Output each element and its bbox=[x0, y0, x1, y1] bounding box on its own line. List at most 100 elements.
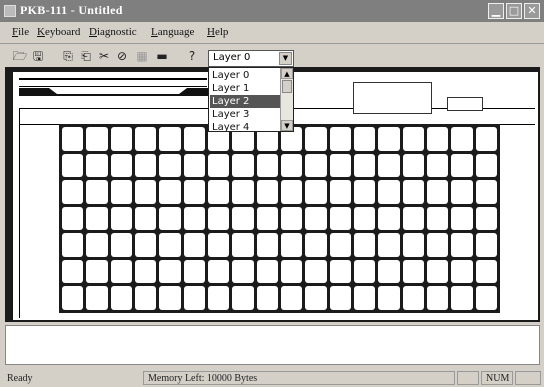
keyboard-key[interactable] bbox=[110, 206, 132, 231]
keyboard-key[interactable] bbox=[427, 259, 449, 284]
keyboard-key[interactable] bbox=[475, 286, 497, 310]
keyboard-key[interactable] bbox=[159, 153, 181, 178]
keyboard-key[interactable] bbox=[329, 233, 351, 257]
keyboard-key[interactable] bbox=[305, 206, 327, 231]
chevron-down-icon[interactable]: ▼ bbox=[279, 52, 292, 65]
keyboard-key[interactable] bbox=[159, 259, 181, 284]
layer-select[interactable]: Layer 0 ▼ bbox=[208, 50, 294, 67]
keyboard-key[interactable] bbox=[451, 259, 473, 284]
menu-language[interactable]: Language bbox=[151, 26, 194, 38]
keyboard-key[interactable] bbox=[135, 153, 157, 178]
keyboard-key[interactable] bbox=[208, 180, 230, 204]
menu-keyboard[interactable]: Keyboard bbox=[37, 26, 80, 38]
keyboard-key[interactable] bbox=[329, 259, 351, 284]
keyboard-key[interactable] bbox=[159, 127, 181, 151]
keyboard-key[interactable] bbox=[329, 206, 351, 231]
keyboard-key[interactable] bbox=[232, 206, 254, 231]
delete-icon[interactable]: ▦ bbox=[134, 48, 150, 64]
scroll-down-icon[interactable]: ▼ bbox=[281, 120, 293, 131]
cut-icon[interactable]: ✂ bbox=[96, 48, 112, 64]
keyboard-key[interactable] bbox=[378, 259, 400, 284]
layer-option[interactable]: Layer 0 bbox=[210, 69, 282, 82]
keyboard-key[interactable] bbox=[281, 180, 303, 204]
keyboard-key[interactable] bbox=[281, 259, 303, 284]
open-icon[interactable]: 🗁 bbox=[12, 48, 28, 64]
keyboard-key[interactable] bbox=[183, 233, 205, 257]
keyboard-key[interactable] bbox=[159, 286, 181, 310]
keyboard-key[interactable] bbox=[451, 180, 473, 204]
keyboard-key[interactable] bbox=[378, 153, 400, 178]
keyboard-key[interactable] bbox=[208, 259, 230, 284]
paste-layer-icon[interactable]: ⎗ bbox=[78, 48, 94, 64]
keyboard-key[interactable] bbox=[86, 233, 108, 257]
layer-option[interactable]: Layer 3 bbox=[210, 108, 282, 121]
layer-option[interactable]: Layer 4 bbox=[210, 121, 282, 131]
keyboard-key[interactable] bbox=[475, 233, 497, 257]
keyboard-key[interactable] bbox=[305, 286, 327, 310]
copy-layer-icon[interactable]: ⎘ bbox=[60, 48, 76, 64]
keyboard-key[interactable] bbox=[208, 233, 230, 257]
maximize-button[interactable]: □ bbox=[506, 3, 522, 19]
keyboard-key[interactable] bbox=[427, 206, 449, 231]
keyboard-key[interactable] bbox=[475, 127, 497, 151]
link-icon[interactable]: ⊘ bbox=[114, 48, 130, 64]
keyboard-key[interactable] bbox=[86, 153, 108, 178]
keyboard-key[interactable] bbox=[378, 286, 400, 310]
keyboard-key[interactable] bbox=[329, 153, 351, 178]
keyboard-key[interactable] bbox=[354, 153, 376, 178]
keyboard-key[interactable] bbox=[256, 206, 278, 231]
keyboard-key[interactable] bbox=[378, 233, 400, 257]
keyboard-key[interactable] bbox=[135, 259, 157, 284]
keyboard-key[interactable] bbox=[256, 233, 278, 257]
keyboard-key[interactable] bbox=[427, 180, 449, 204]
menu-help[interactable]: Help bbox=[207, 26, 228, 38]
keyboard-key[interactable] bbox=[427, 127, 449, 151]
keyboard-key[interactable] bbox=[354, 180, 376, 204]
key-icon[interactable]: ▬ bbox=[154, 48, 170, 64]
minimize-button[interactable]: ▁ bbox=[488, 3, 504, 19]
keyboard-key[interactable] bbox=[86, 286, 108, 310]
keyboard-key[interactable] bbox=[402, 259, 424, 284]
dropdown-scrollbar[interactable]: ▲ ▼ bbox=[280, 68, 293, 131]
keyboard-key[interactable] bbox=[86, 127, 108, 151]
menu-file[interactable]: File bbox=[12, 26, 29, 38]
keyboard-key[interactable] bbox=[232, 286, 254, 310]
keyboard-key[interactable] bbox=[135, 233, 157, 257]
keyboard-key[interactable] bbox=[86, 206, 108, 231]
keyboard-key[interactable] bbox=[305, 259, 327, 284]
title-bar[interactable]: PKB-111 - Untitled ▁ □ ✕ bbox=[0, 0, 544, 22]
keyboard-key[interactable] bbox=[475, 206, 497, 231]
keyboard-key[interactable] bbox=[62, 127, 84, 151]
keyboard-key[interactable] bbox=[208, 153, 230, 178]
keyboard-key[interactable] bbox=[256, 153, 278, 178]
keyboard-key[interactable] bbox=[135, 206, 157, 231]
keyboard-key[interactable] bbox=[232, 180, 254, 204]
keyboard-key[interactable] bbox=[378, 180, 400, 204]
keyboard-key[interactable] bbox=[208, 206, 230, 231]
keyboard-key[interactable] bbox=[354, 233, 376, 257]
keyboard-key[interactable] bbox=[110, 259, 132, 284]
keyboard-key[interactable] bbox=[402, 233, 424, 257]
keyboard-key[interactable] bbox=[305, 233, 327, 257]
scroll-thumb[interactable] bbox=[282, 80, 292, 93]
save-icon[interactable]: 🖫 bbox=[30, 48, 46, 64]
keyboard-key[interactable] bbox=[159, 180, 181, 204]
layer-option[interactable]: Layer 1 bbox=[210, 82, 282, 95]
keyboard-key[interactable] bbox=[427, 233, 449, 257]
keyboard-key[interactable] bbox=[62, 206, 84, 231]
keyboard-key[interactable] bbox=[110, 180, 132, 204]
keyboard-key[interactable] bbox=[329, 127, 351, 151]
keyboard-key[interactable] bbox=[62, 233, 84, 257]
keyboard-key[interactable] bbox=[159, 233, 181, 257]
keyboard-key[interactable] bbox=[110, 233, 132, 257]
keyboard-key[interactable] bbox=[427, 153, 449, 178]
keyboard-key[interactable] bbox=[281, 233, 303, 257]
keyboard-key[interactable] bbox=[451, 127, 473, 151]
keyboard-key[interactable] bbox=[62, 180, 84, 204]
keyboard-key[interactable] bbox=[86, 259, 108, 284]
keyboard-key[interactable] bbox=[305, 127, 327, 151]
keyboard-key[interactable] bbox=[451, 153, 473, 178]
keyboard-key[interactable] bbox=[402, 153, 424, 178]
keyboard-key[interactable] bbox=[232, 233, 254, 257]
keyboard-key[interactable] bbox=[402, 180, 424, 204]
